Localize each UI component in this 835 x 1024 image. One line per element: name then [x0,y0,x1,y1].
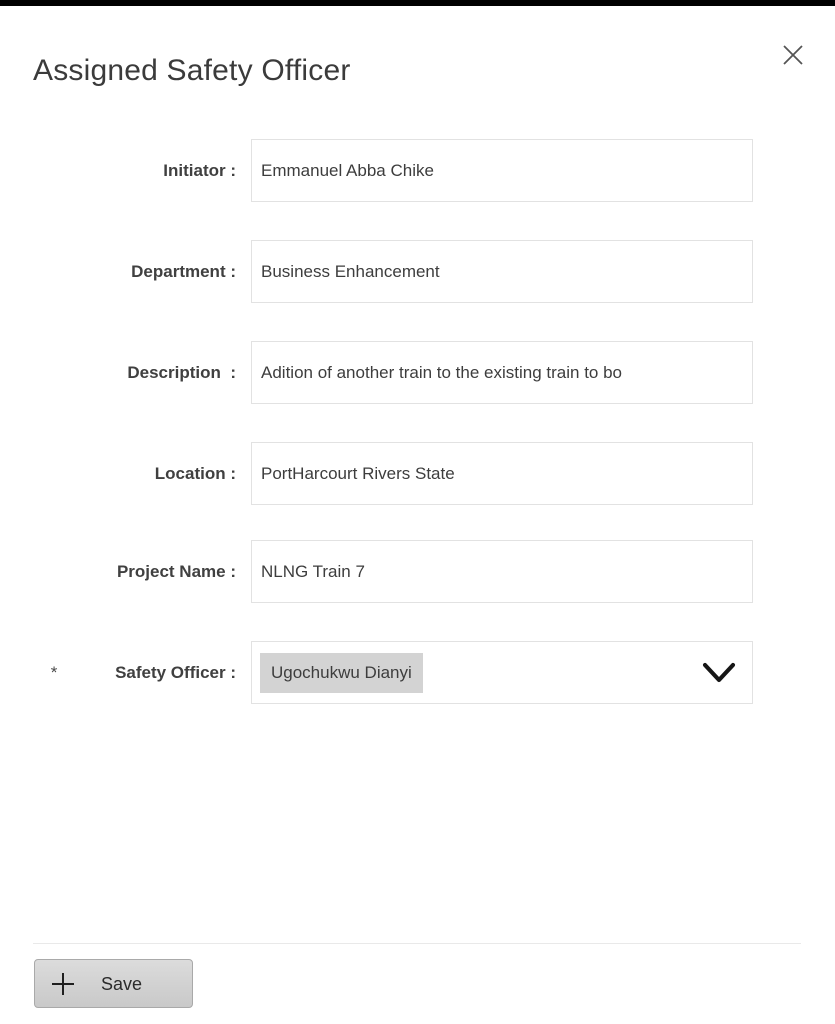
form-row-description: Description : Adition of another train t… [0,341,835,405]
page-title: Assigned Safety Officer [33,54,351,87]
dialog-header: Assigned Safety Officer [0,6,835,116]
project-name-value: NLNG Train 7 [261,562,365,581]
dialog-footer: Save [0,936,835,1024]
safety-officer-select[interactable]: Ugochukwu Dianyi [251,641,753,704]
form-row-project-name: Project Name : NLNG Train 7 [0,540,835,604]
form-fields: Initiator : Emmanuel Abba Chike Departme… [0,116,835,716]
save-button-label: Save [101,974,143,994]
footer-divider [33,943,801,944]
close-button[interactable] [775,37,811,73]
form-row-initiator: Initiator : Emmanuel Abba Chike [0,139,835,203]
field-label-safety-officer: Safety Officer : [115,663,236,682]
department-value: Business Enhancement [261,262,440,281]
field-label-department: Department : [131,262,236,281]
assigned-safety-officer-dialog: Assigned Safety Officer Initiator : Emma… [0,6,835,1024]
chevron-down-icon [701,661,737,685]
save-button[interactable]: Save [34,959,193,1008]
form-row-safety-officer: * Safety Officer : Ugochukwu Dianyi [0,641,835,705]
location-input[interactable]: PortHarcourt Rivers State [251,442,753,505]
location-value: PortHarcourt Rivers State [261,464,455,483]
dropdown-toggle[interactable] [700,656,738,690]
field-label-project-name: Project Name : [116,562,236,581]
description-input[interactable]: Adition of another train to the existing… [251,341,753,404]
close-icon [780,42,806,68]
initiator-input[interactable]: Emmanuel Abba Chike [251,139,753,202]
initiator-value: Emmanuel Abba Chike [261,161,434,180]
field-label-location: Location : [154,464,236,483]
safety-officer-selected-token[interactable]: Ugochukwu Dianyi [260,653,423,693]
field-label-initiator: Initiator : [163,161,236,180]
field-label-description: Description : [127,363,236,382]
department-input[interactable]: Business Enhancement [251,240,753,303]
plus-icon [49,970,77,998]
form-row-location: Location : PortHarcourt Rivers State [0,442,835,506]
description-value: Adition of another train to the existing… [261,363,623,382]
project-name-input[interactable]: NLNG Train 7 [251,540,753,603]
form-row-department: Department : Business Enhancement [0,240,835,304]
